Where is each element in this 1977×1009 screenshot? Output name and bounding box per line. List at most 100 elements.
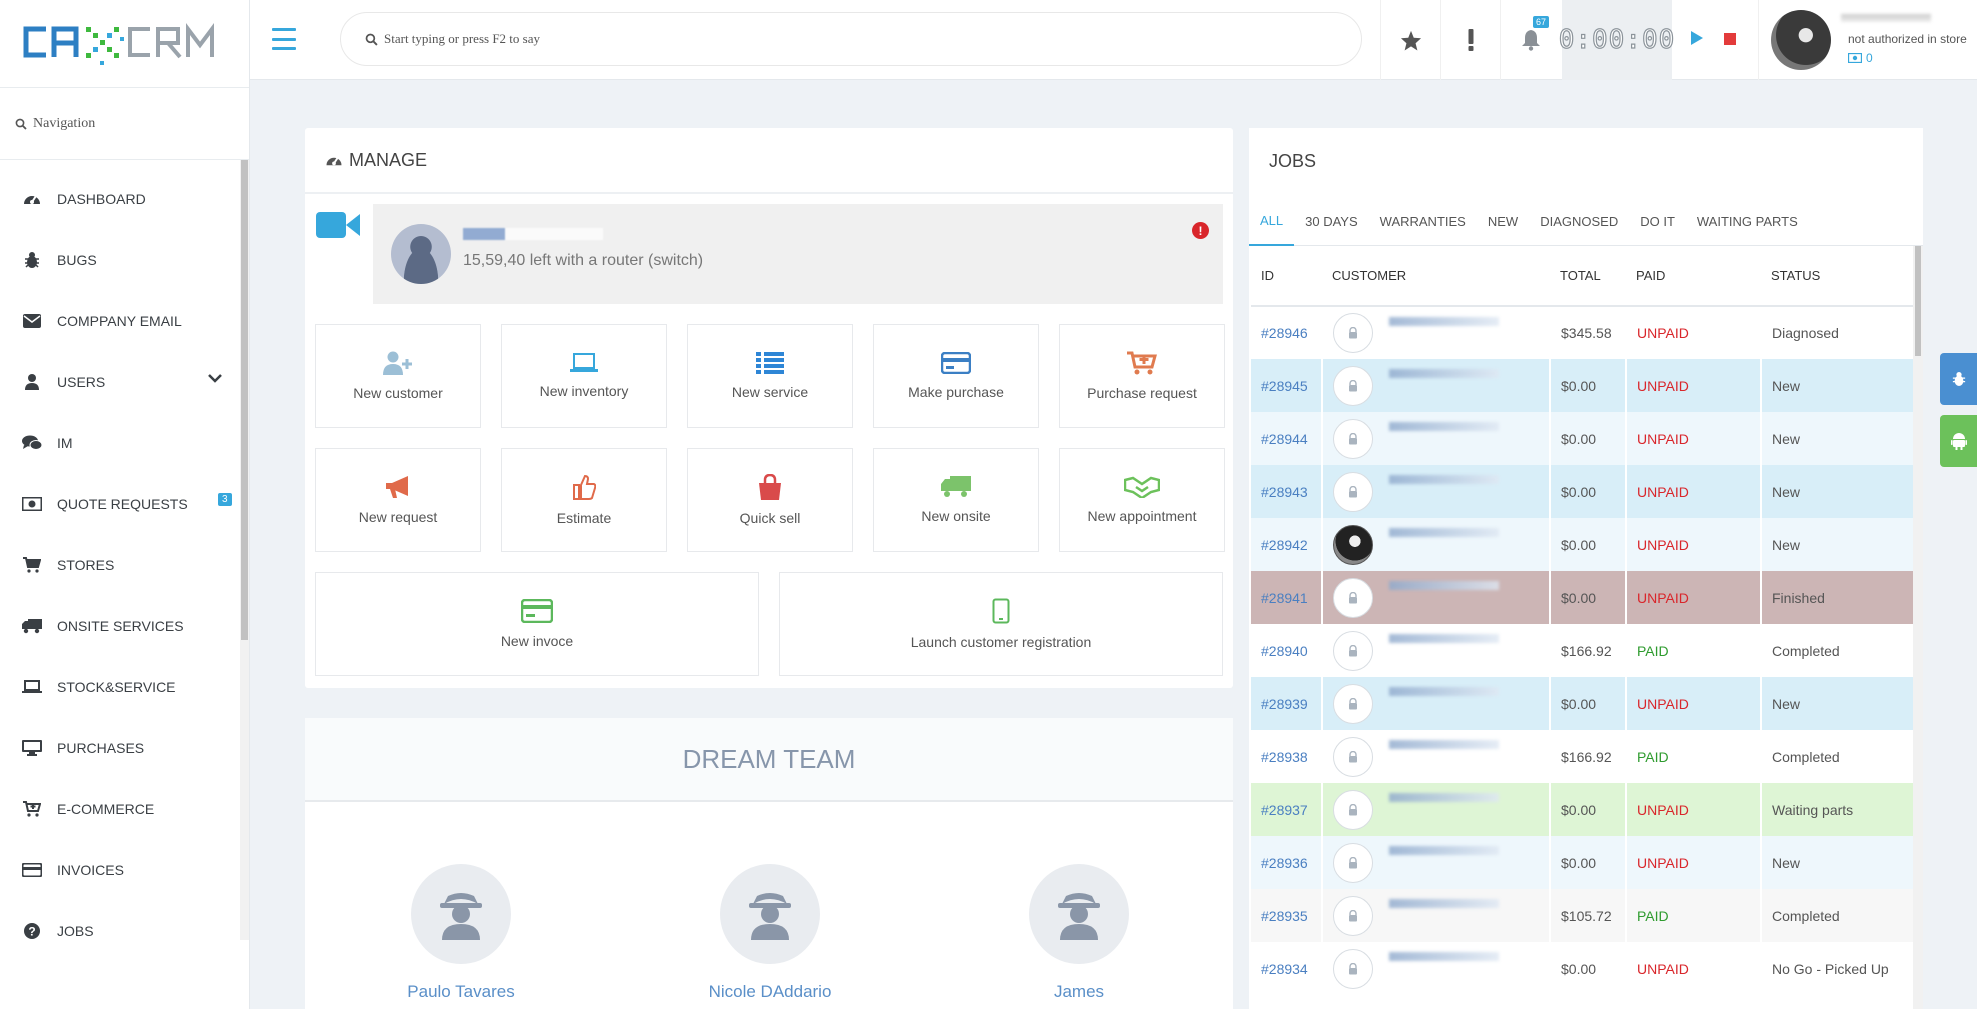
tab-diagnosed[interactable]: DIAGNOSED (1529, 196, 1629, 246)
sidebar-scrollbar-thumb[interactable] (241, 160, 248, 640)
job-customer[interactable] (1322, 518, 1551, 571)
navigation-search[interactable]: Navigation (0, 88, 249, 160)
sidebar-item-company-email[interactable]: COMPPANY EMAIL (0, 290, 249, 351)
sidebar-scrollbar[interactable] (240, 160, 249, 940)
search-input[interactable] (384, 31, 1284, 47)
column-header-customer[interactable]: CUSTOMER (1322, 246, 1550, 307)
sidebar-item-purchases[interactable]: PURCHASES (0, 717, 249, 778)
job-customer[interactable] (1322, 783, 1551, 836)
team-member-name[interactable]: Nicole DAddario (690, 982, 850, 1002)
table-row[interactable]: #28942 $0.00 UNPAID New (1251, 518, 1913, 571)
android-app-button[interactable] (1940, 415, 1977, 467)
job-id-link[interactable]: #28937 (1251, 783, 1323, 836)
table-row[interactable]: #28936 $0.00 UNPAID New (1251, 836, 1913, 889)
job-customer[interactable] (1322, 730, 1551, 783)
team-member-name[interactable]: James (999, 982, 1159, 1002)
new-request-button[interactable]: New request (315, 448, 481, 552)
jobs-scrollbar-thumb[interactable] (1915, 246, 1921, 356)
sidebar-item-stock-service[interactable]: STOCK&SERVICE (0, 656, 249, 717)
estimate-button[interactable]: Estimate (501, 448, 667, 552)
job-id-link[interactable]: #28944 (1251, 412, 1323, 465)
job-customer[interactable] (1322, 624, 1551, 677)
team-member-avatar[interactable] (720, 864, 820, 964)
sidebar-item-quote-requests[interactable]: QUOTE REQUESTS 3 (0, 473, 249, 534)
sidebar-item-dashboard[interactable]: DASHBOARD (0, 168, 249, 229)
menu-toggle-button[interactable] (272, 28, 296, 50)
stop-icon[interactable] (1724, 33, 1736, 45)
tab-new[interactable]: NEW (1477, 196, 1529, 246)
new-invoice-button[interactable]: New invoce (315, 572, 759, 676)
alerts-button[interactable] (1440, 0, 1500, 80)
favorites-button[interactable] (1380, 0, 1440, 80)
sidebar-item-jobs[interactable]: ? JOBS (0, 900, 249, 940)
job-id-link[interactable]: #28943 (1251, 465, 1323, 518)
team-member-avatar[interactable] (1029, 864, 1129, 964)
new-service-button[interactable]: New service (687, 324, 853, 428)
table-row[interactable]: #28945 $0.00 UNPAID New (1251, 359, 1913, 412)
new-appointment-button[interactable]: New appointment (1059, 448, 1225, 552)
tab-all[interactable]: ALL (1249, 196, 1295, 246)
new-onsite-button[interactable]: New onsite (873, 448, 1039, 552)
job-customer[interactable] (1322, 412, 1551, 465)
job-id-link[interactable]: #28935 (1251, 889, 1323, 942)
table-row[interactable]: #28939 $0.00 UNPAID New (1251, 677, 1913, 730)
table-row[interactable]: #28937 $0.00 UNPAID Waiting parts (1251, 783, 1913, 836)
column-header-id[interactable]: ID (1251, 246, 1322, 307)
user-points[interactable]: 0 (1848, 51, 1873, 65)
job-customer[interactable] (1322, 942, 1551, 995)
job-id-link[interactable]: #28945 (1251, 359, 1323, 412)
user-menu[interactable]: not authorized in store 0 (1758, 0, 1977, 80)
alert-icon[interactable]: ! (1192, 222, 1209, 239)
avatar[interactable] (1771, 10, 1831, 70)
job-id-link[interactable]: #28936 (1251, 836, 1323, 889)
job-id-link[interactable]: #28941 (1251, 571, 1323, 624)
tab-warranties[interactable]: WARRANTIES (1369, 196, 1477, 246)
logo[interactable] (0, 0, 249, 88)
new-inventory-button[interactable]: New inventory (501, 324, 667, 428)
quick-sell-button[interactable]: Quick sell (687, 448, 853, 552)
table-row[interactable]: #28940 $166.92 PAID Completed (1251, 624, 1913, 677)
tab-do-it[interactable]: DO IT (1629, 196, 1686, 246)
sidebar-item-e-commerce[interactable]: E-COMMERCE (0, 778, 249, 839)
sidebar-item-bugs[interactable]: BUGS (0, 229, 249, 290)
table-row[interactable]: #28946 $345.58 UNPAID Diagnosed (1251, 306, 1913, 359)
job-id-link[interactable]: #28940 (1251, 624, 1323, 677)
chevron-down-icon[interactable] (208, 374, 222, 383)
video-notice[interactable]: 15,59,40 left with a router (switch) ! (373, 204, 1223, 304)
tab-waiting-parts[interactable]: WAITING PARTS (1686, 196, 1809, 246)
column-header-status[interactable]: STATUS (1761, 246, 1913, 307)
jobs-scrollbar[interactable] (1913, 246, 1923, 1009)
table-row[interactable]: #28941 $0.00 UNPAID Finished (1251, 571, 1913, 624)
job-customer[interactable] (1322, 677, 1551, 730)
job-id-link[interactable]: #28938 (1251, 730, 1323, 783)
purchase-request-button[interactable]: Purchase request (1059, 324, 1225, 428)
job-customer[interactable] (1322, 889, 1551, 942)
sidebar-item-im[interactable]: IM (0, 412, 249, 473)
job-id-link[interactable]: #28942 (1251, 518, 1323, 571)
job-customer[interactable] (1322, 571, 1551, 624)
job-id-link[interactable]: #28934 (1251, 942, 1323, 995)
make-purchase-button[interactable]: Make purchase (873, 324, 1039, 428)
job-id-link[interactable]: #28939 (1251, 677, 1323, 730)
video-camera-icon[interactable] (316, 210, 360, 240)
new-customer-button[interactable]: New customer (315, 324, 481, 428)
notifications-button[interactable]: 67 (1500, 0, 1560, 80)
table-row[interactable]: #28943 $0.00 UNPAID New (1251, 465, 1913, 518)
sidebar-item-invoices[interactable]: INVOICES (0, 839, 249, 900)
table-row[interactable]: #28944 $0.00 UNPAID New (1251, 412, 1913, 465)
column-header-paid[interactable]: PAID (1626, 246, 1761, 307)
sidebar-item-onsite-services[interactable]: ONSITE SERVICES (0, 595, 249, 656)
report-bug-button[interactable] (1940, 353, 1977, 405)
global-search[interactable] (340, 12, 1362, 66)
job-customer[interactable] (1322, 836, 1551, 889)
sidebar-item-users[interactable]: USERS (0, 351, 249, 412)
job-id-link[interactable]: #28946 (1251, 306, 1323, 359)
column-header-total[interactable]: TOTAL (1550, 246, 1626, 307)
table-row[interactable]: #28934 $0.00 UNPAID No Go - Picked Up (1251, 942, 1913, 995)
table-row[interactable]: #28938 $166.92 PAID Completed (1251, 730, 1913, 783)
launch-customer-registration-button[interactable]: Launch customer registration (779, 572, 1223, 676)
job-customer[interactable] (1322, 359, 1551, 412)
team-member-avatar[interactable] (411, 864, 511, 964)
play-icon[interactable] (1690, 30, 1704, 46)
tab-30-days[interactable]: 30 DAYS (1294, 196, 1369, 246)
